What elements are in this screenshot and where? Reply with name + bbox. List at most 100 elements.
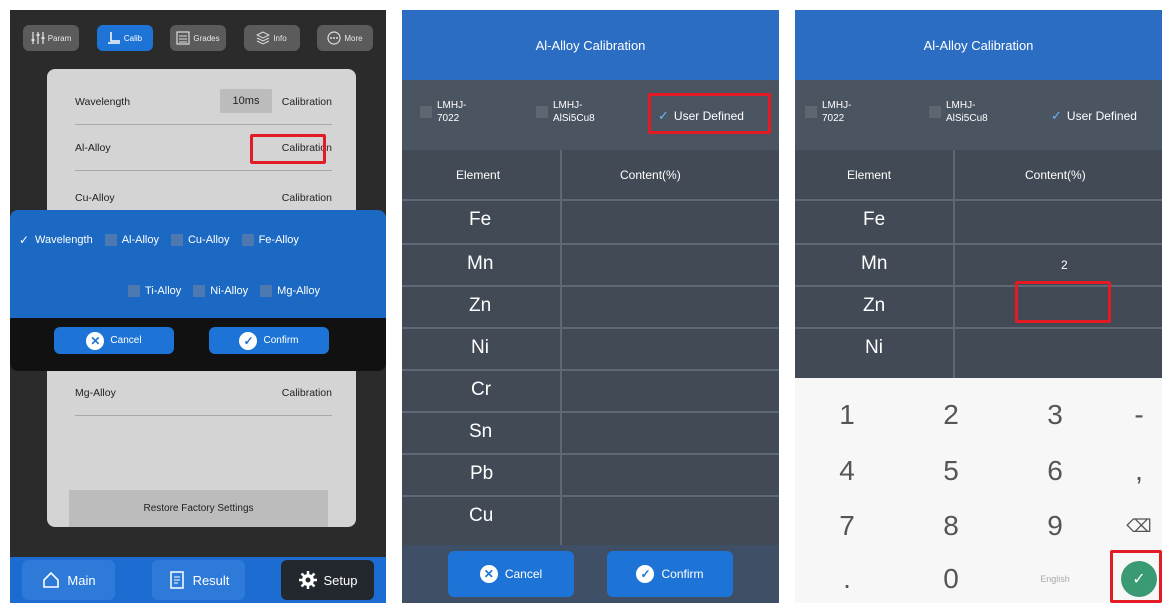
al-alloy-calibration-button[interactable]: Calibration	[282, 142, 332, 154]
al-alloy-calibration-screen: Al-Alloy Calibration LMHJ- 7022 LMHJ- AlSi…	[402, 10, 779, 603]
option-line1: LMHJ-	[946, 100, 976, 111]
dialog-cancel-button[interactable]: ✕ Cancel	[54, 327, 174, 354]
dialog-options-area	[10, 210, 386, 318]
key-3[interactable]: 3	[1025, 392, 1085, 438]
option-label: Cu-Alloy	[187, 234, 230, 246]
dialog-options-row-1: ✓ Wavelength Al-Alloy Cu-Alloy Fe-Alloy	[18, 234, 299, 246]
dialog-footer: ✕ Cancel ✓ Confirm	[402, 545, 779, 603]
key-4[interactable]: 4	[817, 448, 877, 494]
nav-result-label: Result	[192, 572, 230, 588]
table-row[interactable]: Zn	[795, 287, 1162, 329]
table-row[interactable]: Ni	[795, 329, 1162, 371]
option-line1: LMHJ-	[822, 100, 852, 111]
divider	[75, 124, 332, 125]
table-row[interactable]: Ni	[402, 329, 779, 371]
key-7[interactable]: 7	[817, 503, 877, 549]
checkbox-icon	[805, 106, 817, 118]
key-0[interactable]: 0	[921, 556, 981, 602]
restore-factory-settings-button[interactable]: Restore Factory Settings	[69, 490, 328, 527]
param-tab[interactable]: Param	[23, 25, 79, 51]
dialog-confirm-button[interactable]: ✓ Confirm	[209, 327, 329, 354]
checkbox-icon	[241, 234, 254, 246]
element-symbol: Fe	[863, 209, 886, 230]
cancel-label: Cancel	[110, 335, 142, 346]
key-minus[interactable]: -	[1109, 392, 1162, 438]
option-lmhj-alsi5cu8[interactable]: LMHJ- AlSi5Cu8	[536, 99, 595, 125]
table-row[interactable]: Mn	[402, 245, 779, 287]
backspace-key[interactable]: ⌫	[1109, 503, 1162, 549]
table-row[interactable]: Cr	[402, 371, 779, 413]
option-wavelength[interactable]: ✓ Wavelength	[18, 234, 93, 246]
element-symbol: Cu	[469, 505, 494, 526]
table-row[interactable]: Zn	[402, 287, 779, 329]
numeric-keypad: 1 2 3 - 4 5 6 , 7 8 9 ⌫ . 0 English ✓	[795, 378, 1162, 603]
language-key[interactable]: English	[1025, 556, 1085, 602]
divider	[75, 415, 332, 416]
wavelength-row: Wavelength 10ms Calibration	[75, 89, 332, 125]
element-symbol: Pb	[470, 463, 494, 484]
key-2[interactable]: 2	[921, 392, 981, 438]
option-cu-alloy[interactable]: Cu-Alloy	[170, 234, 230, 246]
option-lmhj-alsi5cu8[interactable]: LMHJ- AlSi5Cu8	[929, 99, 988, 125]
mg-alloy-calibration-button[interactable]: Calibration	[282, 387, 332, 399]
option-ti-alloy[interactable]: Ti-Alloy	[128, 285, 181, 297]
key-5[interactable]: 5	[921, 448, 981, 494]
option-label: Ni-Alloy	[210, 285, 249, 297]
option-ni-alloy[interactable]: Ni-Alloy	[193, 285, 248, 297]
wavelength-calibration-button[interactable]: Calibration	[282, 96, 332, 108]
divider	[75, 170, 332, 171]
cu-alloy-row: Cu-Alloy Calibration	[75, 187, 332, 209]
option-user-defined[interactable]: ✓ User Defined	[658, 108, 744, 124]
checkbox-icon	[420, 106, 432, 118]
confirm-icon: ✓	[239, 331, 258, 350]
mg-alloy-label: Mg-Alloy	[75, 387, 116, 399]
nav-setup[interactable]: Setup	[281, 560, 374, 600]
column-content: Content(%)	[620, 168, 681, 182]
user-defined-label: User Defined	[1066, 109, 1137, 123]
table-row[interactable]: Cu	[402, 497, 779, 539]
key-9[interactable]: 9	[1025, 503, 1085, 549]
option-lmhj-7022[interactable]: LMHJ- 7022	[805, 99, 851, 125]
table-row[interactable]: Fe	[402, 201, 779, 243]
nav-result[interactable]: Result	[151, 560, 245, 600]
calibration-source-options: LMHJ- 7022 LMHJ- AlSi5Cu8 ✓ User Defined	[795, 80, 1162, 150]
option-label: Al-Alloy	[121, 234, 159, 246]
option-mg-alloy[interactable]: Mg-Alloy	[260, 285, 320, 297]
key-period[interactable]: .	[817, 556, 877, 602]
checkmark-icon: ✓	[1051, 108, 1062, 123]
option-label: Ti-Alloy	[145, 285, 182, 297]
option-line1: LMHJ-	[437, 100, 467, 111]
info-tab[interactable]: Info	[243, 25, 300, 51]
option-line1: LMHJ-	[553, 100, 583, 111]
option-al-alloy[interactable]: Al-Alloy	[104, 234, 159, 246]
option-label: Fe-Alloy	[258, 234, 299, 246]
cu-alloy-calibration-button[interactable]: Calibration	[282, 192, 332, 204]
table-row[interactable]: Sn	[402, 413, 779, 455]
calibration-source-options: LMHJ- 7022 LMHJ- AlSi5Cu8 ✓ User Defined	[402, 80, 779, 150]
cancel-button[interactable]: ✕ Cancel	[448, 551, 574, 597]
element-symbol: Zn	[469, 295, 492, 316]
table-row[interactable]: Mn 2	[795, 245, 1162, 287]
confirm-button[interactable]: ✓ Confirm	[607, 551, 733, 597]
grades-tab[interactable]: Grades	[170, 25, 226, 51]
nav-main[interactable]: Main	[22, 560, 115, 600]
wavelength-selection-dialog: ✓ Wavelength Al-Alloy Cu-Alloy Fe-Alloy T…	[10, 210, 386, 371]
key-1[interactable]: 1	[817, 392, 877, 438]
more-tab[interactable]: More	[317, 25, 373, 51]
key-comma[interactable]: ,	[1109, 448, 1162, 494]
column-element: Element	[847, 168, 892, 182]
enter-key[interactable]: ✓	[1121, 561, 1157, 597]
option-lmhj-7022[interactable]: LMHJ- 7022	[420, 99, 466, 125]
table-row[interactable]: Pb	[402, 455, 779, 497]
content-value[interactable]: 2	[1061, 258, 1068, 272]
checkmark-icon: ✓	[18, 233, 30, 247]
table-row[interactable]: Fe	[795, 201, 1162, 243]
option-fe-alloy[interactable]: Fe-Alloy	[241, 234, 299, 246]
key-8[interactable]: 8	[921, 503, 981, 549]
cancel-label: Cancel	[504, 567, 543, 581]
integration-time-field[interactable]: 10ms	[220, 89, 272, 113]
element-symbol: Mn	[861, 253, 888, 274]
calib-tab[interactable]: Calib	[96, 25, 153, 51]
option-user-defined[interactable]: ✓ User Defined	[1051, 108, 1137, 124]
key-6[interactable]: 6	[1025, 448, 1085, 494]
